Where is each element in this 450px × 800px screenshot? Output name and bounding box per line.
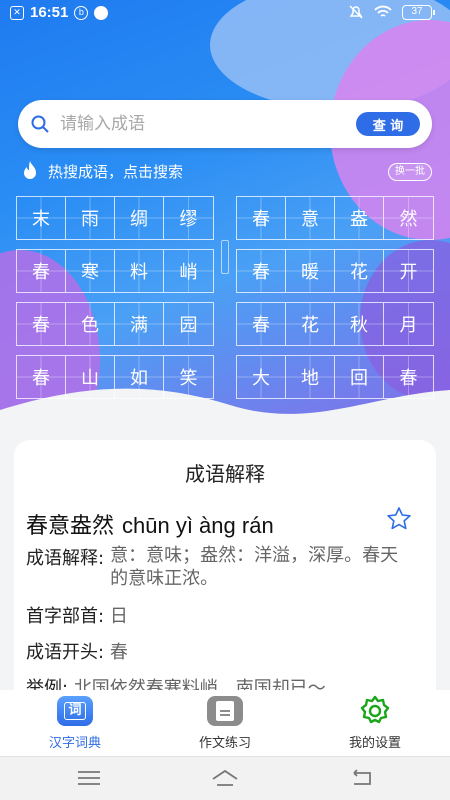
- idiom-char: 月: [384, 303, 433, 345]
- idiom-char: 春: [17, 250, 66, 292]
- idiom-char: 意: [286, 197, 335, 239]
- idiom-text: 春意盎然: [26, 514, 115, 539]
- idiom-char: 如: [115, 356, 164, 398]
- idiom-card[interactable]: 春 山 如 笑: [16, 355, 214, 399]
- idiom-card[interactable]: 大 地 回 春: [236, 355, 434, 399]
- radical-key: 首字部首:: [26, 606, 105, 627]
- tab-composition[interactable]: 作文练习: [150, 690, 300, 756]
- explanation-key: 成语解释:: [26, 548, 105, 569]
- idiom-char: 然: [384, 197, 433, 239]
- idiom-char: 园: [164, 303, 213, 345]
- tab-settings[interactable]: 我的设置: [300, 690, 450, 756]
- favorite-star-icon[interactable]: [386, 506, 412, 532]
- idiom-char: 色: [66, 303, 115, 345]
- home-icon[interactable]: [210, 767, 240, 789]
- start-key: 成语开头:: [26, 642, 105, 663]
- idiom-char: 雨: [66, 197, 115, 239]
- explanation-row: 成语解释: 意：意味；盎然：洋溢，深厚。春天的意味正浓。: [26, 544, 416, 590]
- explanation-card: 成语解释 春意盎然 chūn yì àng rán 成语解释: 意：意味；盎然：洋…: [14, 440, 436, 690]
- idiom-char: 山: [66, 356, 115, 398]
- status-bar: ✕ 16:51 b 37: [0, 0, 450, 26]
- idiom-card[interactable]: 春 暖 花 开: [236, 249, 434, 293]
- idiom-char: 寒: [66, 250, 115, 292]
- idiom-char: 地: [286, 356, 335, 398]
- idiom-char: 峭: [164, 250, 213, 292]
- start-value: 春: [109, 642, 128, 663]
- example-key: 举例:: [26, 678, 69, 690]
- flame-icon: [24, 161, 36, 179]
- idiom-char: 暖: [286, 250, 335, 292]
- idiom-char: 大: [237, 356, 286, 398]
- tab-label: 作文练习: [198, 736, 251, 751]
- radical-value: 日: [109, 606, 128, 627]
- app-notification-icon: b: [74, 5, 89, 20]
- idiom-char: 春: [17, 303, 66, 345]
- idiom-card[interactable]: 春 花 秋 月: [236, 302, 434, 346]
- gear-icon: [357, 695, 393, 726]
- hot-search-header: 热搜成语，点击搜索: [20, 160, 183, 182]
- idiom-heading: 春意盎然 chūn yì àng rán: [26, 508, 274, 540]
- idiom-char: 末: [17, 197, 66, 239]
- idiom-pinyin: chūn yì àng rán: [122, 513, 274, 538]
- example-row: 举例: 北国依然春寒料峭，南国却已～: [26, 674, 326, 690]
- mute-icon: [349, 5, 363, 19]
- card-title: 成语解释: [185, 462, 265, 486]
- search-icon: [31, 115, 49, 133]
- system-nav-bar: [0, 756, 450, 800]
- back-icon[interactable]: [346, 767, 376, 789]
- idiom-char: 开: [384, 250, 433, 292]
- battery-icon: 37: [402, 4, 435, 20]
- idiom-char: 春: [237, 303, 286, 345]
- idiom-char: 花: [335, 250, 384, 292]
- query-button[interactable]: 查 询: [356, 112, 420, 136]
- menu-icon[interactable]: [74, 767, 104, 789]
- idiom-card[interactable]: 春 色 满 园: [16, 302, 214, 346]
- tab-label: 我的设置: [348, 736, 401, 751]
- idiom-char: 春: [237, 197, 286, 239]
- notification-icon: ✕: [10, 5, 24, 20]
- idiom-card[interactable]: 春 意 盎 然: [236, 196, 434, 240]
- idiom-card[interactable]: 春 寒 料 峭: [16, 249, 214, 293]
- idiom-char: 花: [286, 303, 335, 345]
- example-value: 北国依然春寒料峭，南国却已～: [73, 678, 326, 690]
- bottom-tab-bar: 词 汉字词典 作文练习 我的设置: [0, 690, 450, 756]
- search-bar: 查 询: [18, 100, 432, 148]
- idiom-char: 春: [17, 356, 66, 398]
- idiom-char: 盎: [335, 197, 384, 239]
- start-row: 成语开头: 春: [26, 638, 128, 664]
- radical-row: 首字部首: 日: [26, 602, 128, 628]
- dictionary-icon: 词: [57, 696, 93, 726]
- idiom-char: 笑: [164, 356, 213, 398]
- explanation-value: 意：意味；盎然：洋溢，深厚。春天的意味正浓。: [110, 545, 399, 589]
- idiom-char: 缪: [164, 197, 213, 239]
- search-input[interactable]: [60, 114, 356, 134]
- idiom-char: 绸: [115, 197, 164, 239]
- idiom-char: 回: [335, 356, 384, 398]
- tab-label: 汉字词典: [48, 736, 101, 751]
- idiom-char: 秋: [335, 303, 384, 345]
- hot-search-label: 热搜成语，点击搜索: [48, 162, 184, 181]
- status-time: 16:51: [30, 4, 69, 21]
- idiom-char: 春: [384, 356, 433, 398]
- wifi-icon: [374, 5, 392, 17]
- refresh-batch-button[interactable]: 换一批: [388, 163, 432, 181]
- idiom-char: 料: [115, 250, 164, 292]
- idiom-card[interactable]: 末 雨 绸 缪: [16, 196, 214, 240]
- idiom-char: 满: [115, 303, 164, 345]
- app-notification-icon: [94, 5, 109, 20]
- idiom-char: 春: [237, 250, 286, 292]
- pencil-decor: [221, 240, 229, 274]
- tab-dictionary[interactable]: 词 汉字词典: [0, 690, 150, 756]
- composition-icon: [207, 696, 243, 726]
